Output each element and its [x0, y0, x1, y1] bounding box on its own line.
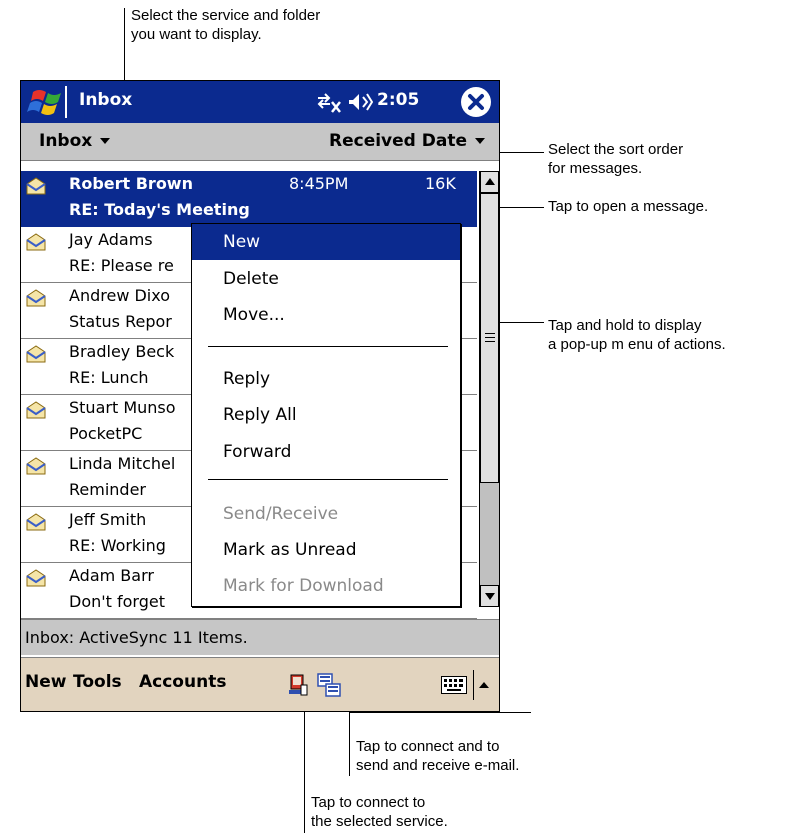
callout-sort-line2: for messages.: [548, 160, 643, 177]
pocketpc-screen: Inbox 2:05 Inbox Received Date Robert Br…: [20, 80, 500, 712]
menu-separator: [208, 346, 448, 347]
menu-bar: New Tools Accounts: [21, 657, 499, 711]
speaker-icon[interactable]: [347, 90, 374, 114]
menu-item-move[interactable]: Move...: [192, 297, 460, 333]
app-title: Inbox: [79, 90, 133, 110]
envelope-icon: [26, 233, 46, 251]
menu-item-forward[interactable]: Forward: [192, 434, 460, 470]
menu-item-new[interactable]: New: [192, 224, 460, 260]
message-time: 8:45PM: [289, 174, 349, 193]
envelope-icon: [26, 569, 46, 587]
callout-sendrecv-extension: [349, 712, 531, 713]
callout-folder-line1: Select the service and folder: [131, 7, 321, 24]
envelope-icon: [26, 345, 46, 363]
envelope-icon: [26, 401, 46, 419]
sort-picker[interactable]: Received Date: [329, 131, 485, 151]
chevron-down-icon: [475, 138, 485, 144]
message-sender: Jay Adams: [69, 230, 153, 249]
envelope-icon: [26, 513, 46, 531]
menu-item-mark-for-download: Mark for Download: [223, 576, 384, 596]
callout-sort: Select the sort order for messages.: [548, 140, 683, 178]
callout-open-text: Tap to open a message.: [548, 198, 709, 215]
scroll-thumb[interactable]: [480, 193, 499, 483]
message-sender: Stuart Munso: [69, 398, 176, 417]
clock[interactable]: 2:05: [377, 90, 419, 110]
grip-line: [485, 333, 495, 334]
message-subject: Don't forget: [69, 592, 165, 611]
callout-connect-leader: [304, 712, 305, 833]
callout-sendrecv-line1: Tap to connect and to: [356, 738, 500, 755]
menu-accounts[interactable]: Accounts: [139, 672, 226, 692]
message-subject: RE: Working: [69, 536, 166, 555]
folder-picker[interactable]: Inbox: [39, 131, 111, 151]
message-sender: Jeff Smith: [69, 510, 147, 529]
callout-folder-line2: you want to display.: [131, 26, 262, 43]
message-subject: PocketPC: [69, 424, 143, 443]
grip-line: [485, 337, 495, 338]
message-sender: Adam Barr: [69, 566, 154, 585]
message-subject: RE: Lunch: [69, 368, 149, 387]
message-sender: Robert Brown: [69, 174, 193, 193]
callout-sendrecv-leader: [349, 712, 350, 776]
sort-picker-label: Received Date: [329, 131, 467, 151]
windows-flag-icon[interactable]: [27, 84, 71, 120]
envelope-icon: [26, 457, 46, 475]
message-subject: RE: Today's Meeting: [69, 200, 250, 219]
scroll-up-button[interactable]: [480, 171, 499, 193]
folder-picker-label: Inbox: [39, 131, 93, 151]
list-item[interactable]: Robert Brown RE: Today's Meeting 8:45PM 16K: [21, 171, 477, 227]
message-size: 16K: [425, 174, 456, 193]
scroll-down-button[interactable]: [480, 585, 499, 607]
callout-sendrecv: Tap to connect and to send and receive e…: [356, 737, 519, 775]
menu-separator: [208, 479, 448, 480]
triangle-up-icon: [479, 682, 489, 688]
menu-tools[interactable]: Tools: [73, 672, 122, 692]
send-receive-icon[interactable]: [317, 673, 341, 697]
callout-connect: Tap to connect to the selected service.: [311, 793, 448, 831]
input-panel-toggle[interactable]: [473, 670, 493, 700]
connectivity-icon[interactable]: [315, 90, 343, 114]
status-text: Inbox: ActiveSync 11 Items.: [25, 628, 248, 647]
message-subject: RE: Please re: [69, 256, 174, 275]
title-bar: Inbox 2:05: [21, 81, 499, 123]
grip-line: [485, 341, 495, 342]
message-sender: Bradley Beck: [69, 342, 175, 361]
vertical-scrollbar[interactable]: [479, 171, 499, 607]
envelope-icon: [26, 177, 46, 195]
message-sender: Andrew Dixo: [69, 286, 171, 305]
callout-sendrecv-line2: send and receive e-mail.: [356, 757, 520, 774]
menu-new[interactable]: New: [25, 672, 66, 692]
envelope-icon: [26, 289, 46, 307]
chevron-down-icon: [100, 138, 111, 144]
callout-hold: Tap and hold to display a pop-up m enu o…: [548, 316, 726, 354]
status-bar: Inbox: ActiveSync 11 Items.: [21, 619, 499, 655]
callout-folder: Select the service and folder you want t…: [131, 6, 320, 44]
keyboard-icon[interactable]: [441, 676, 467, 694]
message-subject: Status Repor: [69, 312, 172, 331]
menu-item-send-receive: Send/Receive: [223, 504, 339, 524]
menu-item-delete[interactable]: Delete: [192, 261, 460, 297]
callout-hold-line1: Tap and hold to display: [548, 317, 702, 334]
connect-icon[interactable]: [287, 673, 309, 697]
callout-open: Tap to open a message.: [548, 197, 708, 216]
triangle-down-icon: [485, 593, 495, 600]
menu-item-reply[interactable]: Reply: [192, 361, 460, 397]
callout-sort-line1: Select the sort order: [548, 141, 684, 158]
close-icon[interactable]: [461, 87, 491, 117]
message-sender: Linda Mitchel: [69, 454, 176, 473]
popup-menu: New Delete Move... Reply Reply All Forward Sen…: [191, 223, 461, 607]
callout-hold-line2: a pop-up m enu of actions.: [548, 336, 726, 353]
callout-connect-line1: Tap to connect to: [311, 794, 426, 811]
callout-connect-line2: the selected service.: [311, 813, 448, 830]
message-subject: Reminder: [69, 480, 146, 499]
triangle-up-icon: [485, 178, 495, 185]
list-header-bar: Inbox Received Date: [21, 123, 499, 161]
menu-item-mark-as-unread[interactable]: Mark as Unread: [192, 532, 460, 568]
menu-item-reply-all[interactable]: Reply All: [192, 397, 460, 433]
